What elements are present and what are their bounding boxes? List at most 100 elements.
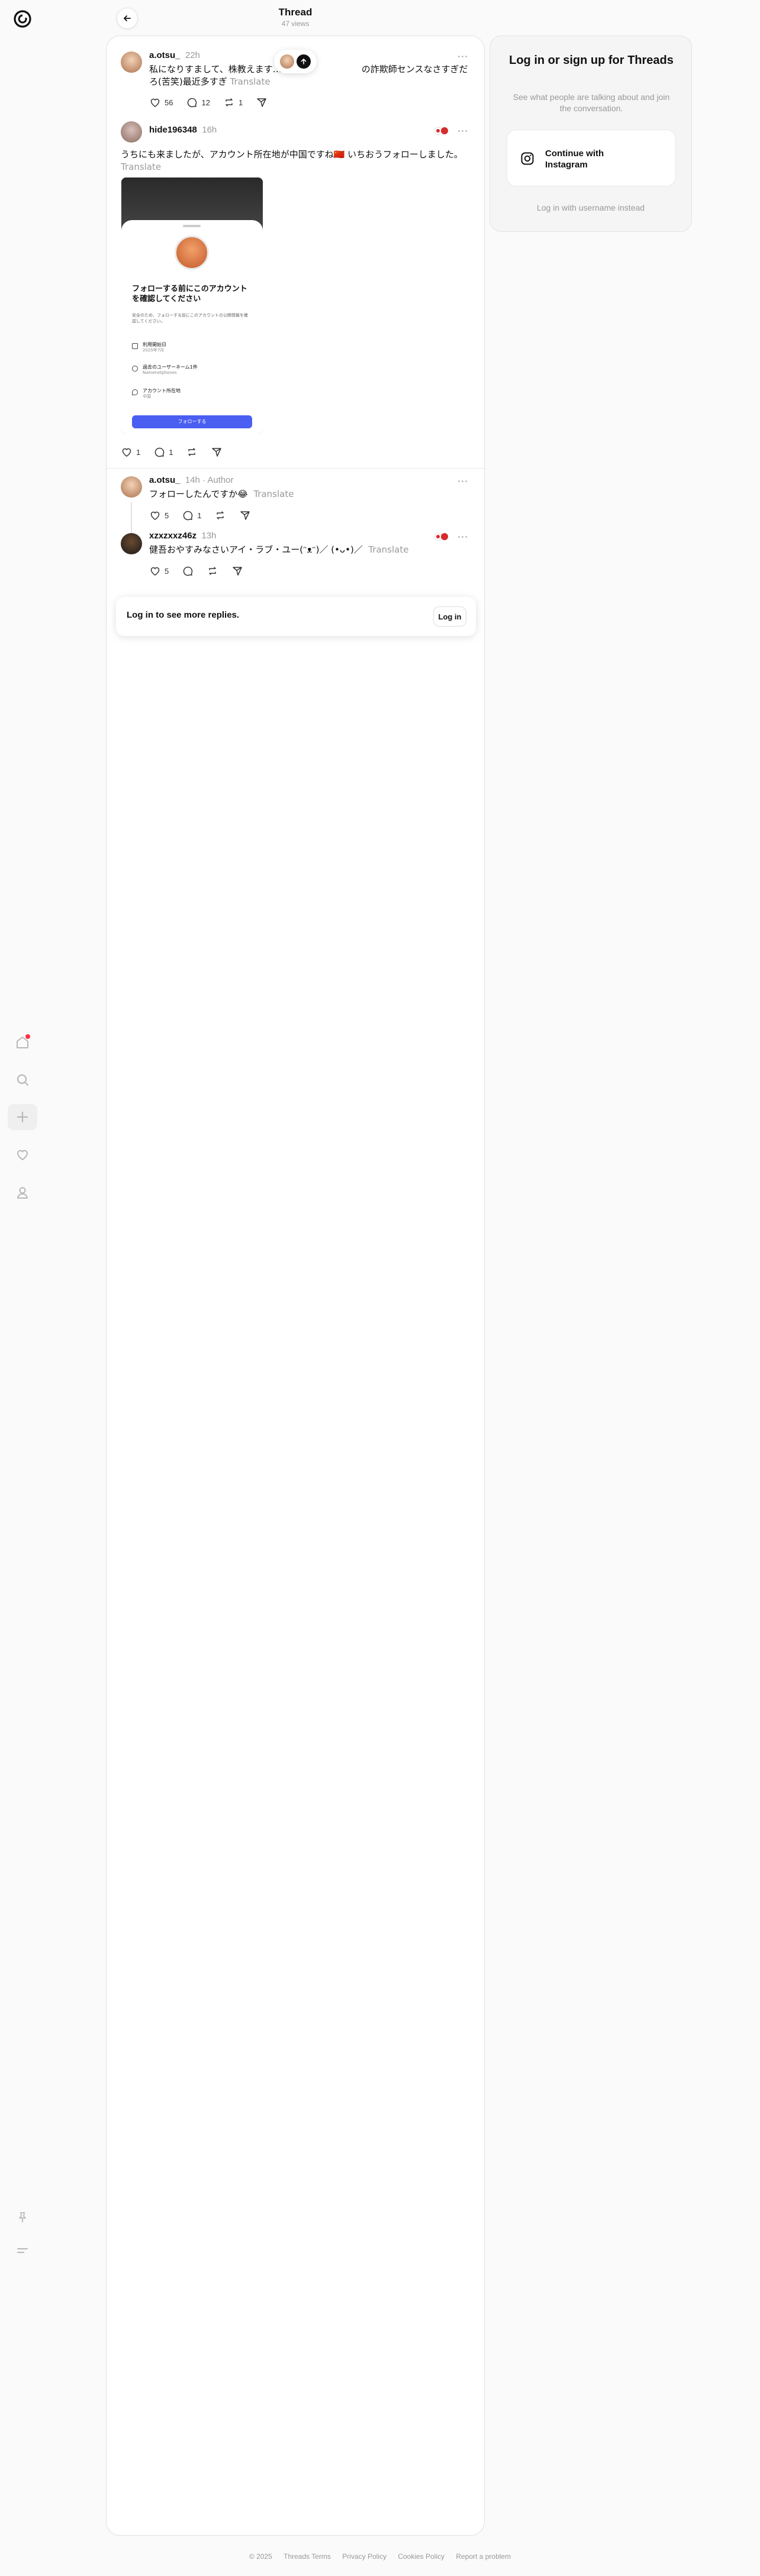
author-badge: Author <box>207 475 234 485</box>
menu-icon <box>17 2248 28 2253</box>
nav-create[interactable] <box>8 1104 37 1130</box>
location-icon <box>132 389 138 395</box>
username[interactable]: a.otsu_ <box>149 50 181 60</box>
share-button[interactable] <box>231 565 243 577</box>
avatar[interactable] <box>121 51 142 73</box>
username[interactable]: a.otsu_ <box>149 475 181 485</box>
calendar-icon <box>132 343 138 349</box>
like-button[interactable]: 1 <box>121 446 140 458</box>
comment-icon <box>154 447 165 457</box>
post-actions: 56 12 1 <box>149 96 268 108</box>
avatar[interactable] <box>121 533 142 554</box>
view-count: 47 views <box>281 20 310 28</box>
login-subtitle: See what people are talking about and jo… <box>513 92 670 113</box>
reply-button[interactable]: 12 <box>186 96 210 108</box>
user-icon <box>132 366 138 372</box>
comment-icon <box>188 98 197 108</box>
avatar <box>280 54 294 69</box>
nav-search[interactable] <box>8 1067 37 1093</box>
footer-link-report[interactable]: Report a problem <box>456 2552 511 2561</box>
flag-icon <box>434 127 448 135</box>
like-button[interactable]: 5 <box>149 565 169 577</box>
nav-menu[interactable] <box>8 2238 37 2264</box>
post-author: xzxzxxz46z 13h <box>149 531 216 541</box>
translate-link[interactable]: Translate <box>230 76 270 87</box>
username-login-link[interactable]: Log in with username instead <box>490 203 691 212</box>
nav-activity[interactable] <box>8 1142 37 1168</box>
reply-button[interactable]: 1 <box>182 509 201 521</box>
footer: © 2025 Threads Terms Privacy Policy Cook… <box>0 2552 760 2561</box>
search-icon <box>17 1074 29 1086</box>
user-icon <box>17 1187 28 1199</box>
avatar[interactable] <box>121 121 142 143</box>
post-body: フォローしたんですか😂 Translate <box>149 488 471 501</box>
share-icon <box>233 567 242 576</box>
row-label: アカウント所在地 <box>143 388 181 393</box>
comment-icon <box>183 511 193 521</box>
reply-button[interactable]: 1 <box>153 446 173 458</box>
like-button[interactable]: 5 <box>149 509 169 521</box>
flag-icon <box>434 532 448 541</box>
translate-link[interactable]: Translate <box>253 489 294 499</box>
footer-link-cookies[interactable]: Cookies Policy <box>398 2552 445 2561</box>
threads-logo-icon[interactable] <box>11 7 34 31</box>
more-options-icon[interactable]: ··· <box>456 475 470 487</box>
more-options-icon[interactable]: ··· <box>456 531 470 543</box>
avatar[interactable] <box>121 476 142 498</box>
post-text: 健吾おやすみなさいアイ・ラブ・ユー(ᵔᴥᵔ)／ (•ᴗ•)／ <box>149 544 363 555</box>
row-label: 利用開始日 <box>143 342 166 347</box>
row-value: Namenetphones <box>143 370 177 375</box>
timestamp: 13h <box>201 531 217 541</box>
more-replies-banner: Log in to see more replies. Log in <box>116 597 476 636</box>
more-options-icon[interactable]: ··· <box>456 125 470 137</box>
username[interactable]: hide196348 <box>149 125 197 135</box>
footer-link-terms[interactable]: Threads Terms <box>284 2552 331 2561</box>
share-button[interactable] <box>211 446 223 458</box>
login-button[interactable]: Log in <box>433 606 466 627</box>
more-options-icon[interactable]: ··· <box>456 50 470 62</box>
reply-button[interactable] <box>182 565 194 577</box>
instagram-login-label: Continue with Instagram <box>545 149 604 170</box>
sheet-handle <box>183 225 201 227</box>
nav-pin[interactable] <box>8 2204 37 2230</box>
row-value: 2025年7月 <box>143 348 165 353</box>
instagram-icon <box>521 152 534 165</box>
image-subtitle: 安全のため、フォローする前にこのアカウントの公開情報を確認してください。 <box>132 313 248 324</box>
heart-icon <box>122 448 131 457</box>
heart-icon <box>150 511 160 520</box>
instagram-login-button[interactable]: Continue with Instagram <box>507 130 676 186</box>
like-button[interactable]: 56 <box>149 96 173 108</box>
repost-button[interactable] <box>186 446 198 458</box>
like-count: 1 <box>136 447 141 457</box>
nav-profile[interactable] <box>8 1180 37 1206</box>
like-count: 56 <box>165 98 173 107</box>
post-text: フォローしたんですか😂 <box>149 489 248 499</box>
heart-icon <box>150 567 160 576</box>
timestamp: 14h <box>185 475 200 485</box>
share-button[interactable] <box>239 509 251 521</box>
thread-column: a.otsu_ 22h ··· 私になりすまして、株教えます… の詐欺師センスな… <box>106 35 485 2536</box>
post-author: hide196348 16h <box>149 125 217 135</box>
page-title: Thread <box>278 7 313 18</box>
translate-link[interactable]: Translate <box>121 162 161 172</box>
username[interactable]: xzxzxxz46z <box>149 531 197 541</box>
participants-pill[interactable] <box>274 50 317 73</box>
like-count: 5 <box>165 566 169 576</box>
repost-button[interactable]: 1 <box>223 96 243 108</box>
nav-home[interactable] <box>8 1029 37 1055</box>
footer-link-privacy[interactable]: Privacy Policy <box>342 2552 387 2561</box>
repost-button[interactable] <box>214 509 226 521</box>
image-follow-button: フォローする <box>132 415 252 428</box>
share-button[interactable] <box>256 96 268 108</box>
timestamp: 22h <box>185 50 200 60</box>
share-icon <box>240 511 250 520</box>
reply-count: 1 <box>169 447 173 457</box>
share-icon <box>257 98 266 107</box>
post-actions: 5 1 <box>149 509 251 521</box>
post-body: うちにも来ましたが、アカウント所在地が中国ですね🇨🇳 いちおうフォローしました。… <box>121 149 471 173</box>
post-image[interactable]: フォローする前にこのアカウントを確認してください 安全のため、フォローする前にこ… <box>121 177 263 434</box>
repost-button[interactable] <box>207 565 218 577</box>
post-body: 健吾おやすみなさいアイ・ラブ・ユー(ᵔᴥᵔ)／ (•ᴗ•)／ Translate <box>149 544 471 556</box>
pin-icon <box>19 2212 26 2222</box>
translate-link[interactable]: Translate <box>368 544 408 555</box>
